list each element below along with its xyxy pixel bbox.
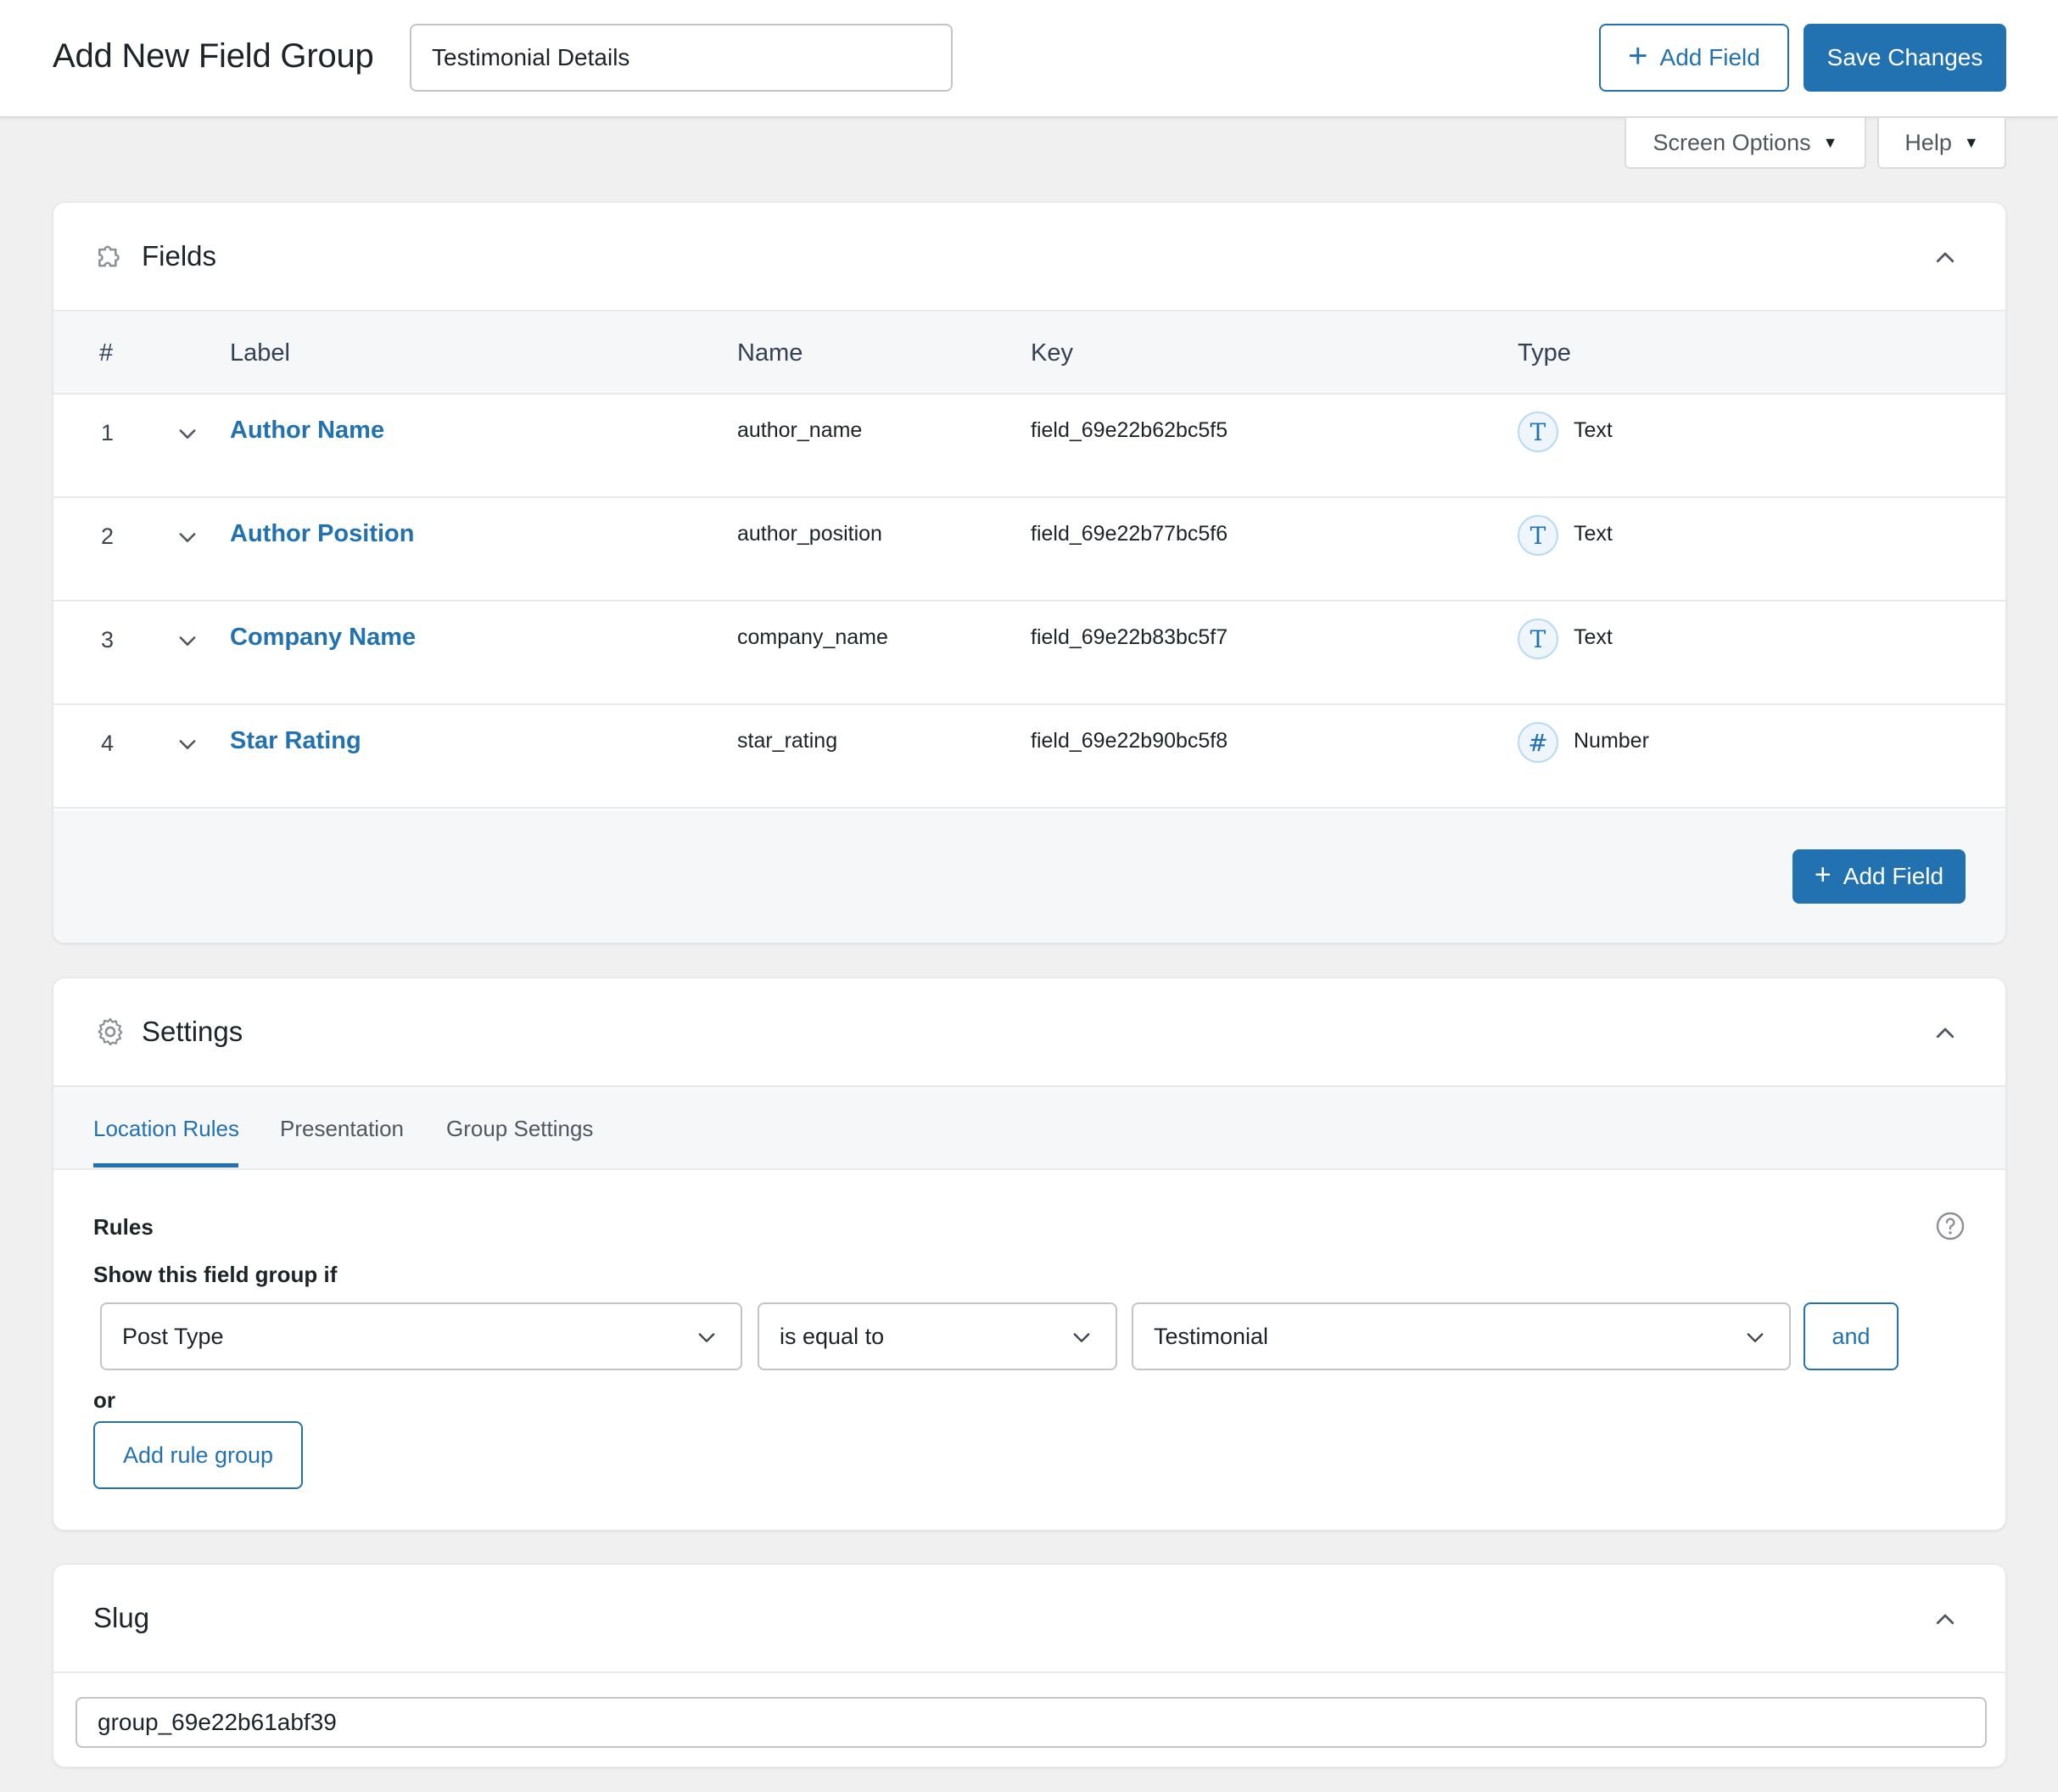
- page-title: Add New Field Group: [53, 37, 374, 75]
- add-field-button[interactable]: + Add Field: [1792, 849, 1966, 904]
- slug-panel-title: Slug: [93, 1602, 150, 1633]
- column-header-type: Type: [1518, 339, 1571, 367]
- save-changes-label: Save Changes: [1826, 44, 1983, 70]
- caret-down-icon: ▼: [1963, 133, 1979, 151]
- number-type-icon: #: [1518, 722, 1558, 763]
- chevron-down-icon[interactable]: [176, 629, 199, 652]
- field-type: Text: [1574, 418, 1613, 442]
- rules-label: Rules: [93, 1214, 154, 1240]
- slug-value: group_69e22b61abf39: [98, 1709, 337, 1735]
- field-name: star_rating: [737, 729, 838, 753]
- chevron-up-icon[interactable]: [1932, 1607, 1958, 1632]
- field-key: field_69e22b62bc5f5: [1031, 418, 1228, 442]
- tab-location-rules[interactable]: Location Rules: [93, 1116, 239, 1142]
- field-type: Number: [1574, 729, 1649, 753]
- field-label-link[interactable]: Author Name: [230, 417, 384, 445]
- slug-panel: Slug group_69e22b61abf39: [53, 1564, 2006, 1767]
- rule-value-select[interactable]: Testimonial: [1132, 1302, 1791, 1370]
- plus-icon: +: [1814, 859, 1832, 891]
- and-rule-label: and: [1832, 1323, 1871, 1349]
- chevron-up-icon[interactable]: [1932, 1021, 1958, 1046]
- fields-table-footer: [53, 810, 2005, 943]
- add-rule-group-label: Add rule group: [122, 1442, 274, 1468]
- gear-icon: [98, 1017, 123, 1046]
- field-name: author_position: [737, 522, 882, 546]
- column-header-label: Label: [230, 339, 290, 367]
- show-if-label: Show this field group if: [93, 1262, 338, 1287]
- field-type: Text: [1574, 522, 1613, 546]
- puzzle-icon: [98, 245, 120, 267]
- or-label: or: [93, 1387, 115, 1413]
- plus-icon: +: [1628, 37, 1648, 75]
- column-header-key: Key: [1031, 339, 1073, 367]
- chevron-down-icon[interactable]: [176, 525, 199, 549]
- settings-tabs: Location Rules Presentation Group Settin…: [53, 1087, 2005, 1170]
- field-group-title-input[interactable]: [410, 24, 953, 92]
- chevron-down-icon: [1073, 1333, 1090, 1342]
- rule-param-value: Post Type: [122, 1323, 224, 1349]
- field-row[interactable]: 2 Author Position author_position field_…: [53, 498, 2005, 602]
- slug-panel-header[interactable]: Slug: [53, 1565, 2005, 1673]
- field-name: company_name: [737, 625, 888, 649]
- chevron-down-icon[interactable]: [176, 422, 199, 445]
- rule-operator-select[interactable]: is equal to: [758, 1302, 1117, 1370]
- chevron-up-icon[interactable]: [1932, 245, 1958, 271]
- field-row-number: 1: [101, 420, 115, 445]
- add-rule-group-button[interactable]: Add rule group: [93, 1421, 303, 1489]
- settings-panel-header[interactable]: Settings: [53, 978, 2005, 1087]
- field-row[interactable]: 1 Author Name author_name field_69e22b62…: [53, 395, 2005, 498]
- text-type-icon: T: [1518, 619, 1558, 659]
- add-field-label: Add Field: [1843, 863, 1944, 889]
- screen-options-button[interactable]: Screen Options ▼: [1625, 118, 1866, 169]
- help-icon[interactable]: [1935, 1211, 1966, 1241]
- chevron-down-icon: [1747, 1333, 1764, 1342]
- fields-panel-title: Fields: [142, 240, 217, 272]
- caret-down-icon: ▼: [1822, 133, 1838, 151]
- tab-presentation[interactable]: Presentation: [280, 1116, 404, 1142]
- help-button[interactable]: Help ▼: [1877, 118, 2006, 169]
- active-tab-indicator: [93, 1163, 238, 1168]
- field-key: field_69e22b90bc5f8: [1031, 729, 1228, 753]
- field-label-link[interactable]: Company Name: [230, 624, 416, 652]
- field-key: field_69e22b83bc5f7: [1031, 625, 1228, 649]
- top-header-bar: Add New Field Group + Add Field Save Cha…: [0, 0, 2058, 118]
- field-row-number: 3: [101, 627, 115, 652]
- field-row-number: 2: [101, 524, 115, 549]
- fields-panel: Fields # Label Name Key Type 1 Author Na…: [53, 202, 2006, 944]
- chevron-down-icon[interactable]: [176, 732, 199, 756]
- rule-value-value: Testimonial: [1154, 1323, 1269, 1349]
- chevron-down-icon: [698, 1333, 715, 1342]
- rule-operator-value: is equal to: [780, 1323, 885, 1349]
- rule-param-select[interactable]: Post Type: [100, 1302, 742, 1370]
- field-label-link[interactable]: Star Rating: [230, 727, 361, 755]
- field-row-number: 4: [101, 731, 115, 756]
- field-row[interactable]: 3 Company Name company_name field_69e22b…: [53, 602, 2005, 705]
- save-changes-button[interactable]: Save Changes: [1804, 24, 2006, 92]
- text-type-icon: T: [1518, 412, 1558, 452]
- screen-options-label: Screen Options: [1653, 129, 1811, 155]
- settings-panel: Settings Location Rules Presentation Gro…: [53, 977, 2006, 1531]
- header-add-field-label: Add Field: [1659, 44, 1760, 70]
- help-label: Help: [1904, 129, 1952, 155]
- fields-table-header: # Label Name Key Type: [53, 311, 2005, 395]
- and-rule-button[interactable]: and: [1804, 1302, 1899, 1370]
- field-row[interactable]: 4 Star Rating star_rating field_69e22b90…: [53, 705, 2005, 809]
- header-add-field-button[interactable]: + Add Field: [1599, 24, 1789, 92]
- tab-group-settings[interactable]: Group Settings: [446, 1116, 593, 1142]
- slug-input[interactable]: group_69e22b61abf39: [75, 1697, 1987, 1748]
- field-type: Text: [1574, 625, 1613, 649]
- text-type-icon: T: [1518, 515, 1558, 556]
- column-header-name: Name: [737, 339, 803, 367]
- field-label-link[interactable]: Author Position: [230, 520, 414, 548]
- field-name: author_name: [737, 418, 863, 442]
- fields-panel-header[interactable]: Fields: [53, 203, 2005, 311]
- settings-panel-title: Settings: [142, 1016, 243, 1047]
- field-key: field_69e22b77bc5f6: [1031, 522, 1228, 546]
- column-header-number: #: [99, 339, 114, 367]
